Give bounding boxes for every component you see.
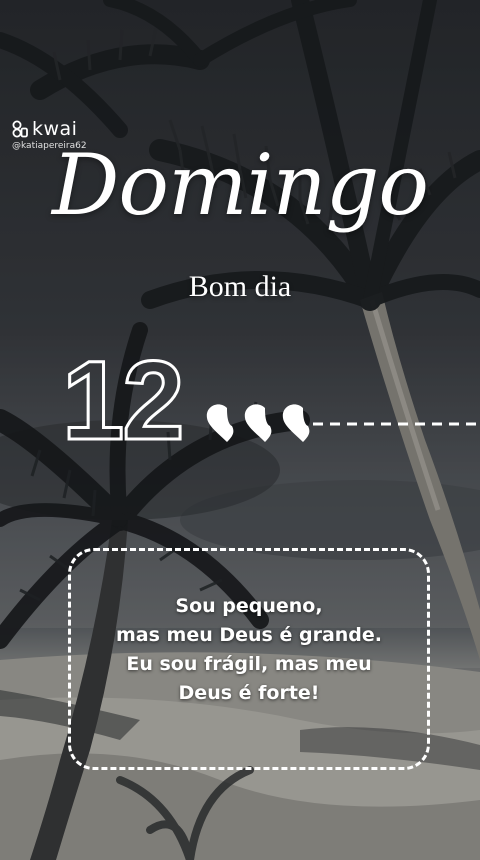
quote-line: mas meu Deus é grande. [116,624,382,646]
quote-line: Deus é forte! [178,682,320,704]
quote-line: Sou pequeno, [175,595,323,617]
heart-icon [206,404,234,442]
hearts-divider [206,404,480,442]
heart-icon [282,404,310,442]
day-number: 12 [61,337,187,465]
greeting-subtitle: Bom dia [188,270,292,303]
day-of-week-title: Domingo [52,136,429,234]
heart-icon [244,404,272,442]
story-canvas: kwai @katiapereira62 Domingo Bom dia 12 … [0,0,480,860]
quote-line: Eu sou frágil, mas meu [126,653,372,675]
quote-text: Sou pequeno, mas meu Deus é grande. Eu s… [68,592,430,708]
